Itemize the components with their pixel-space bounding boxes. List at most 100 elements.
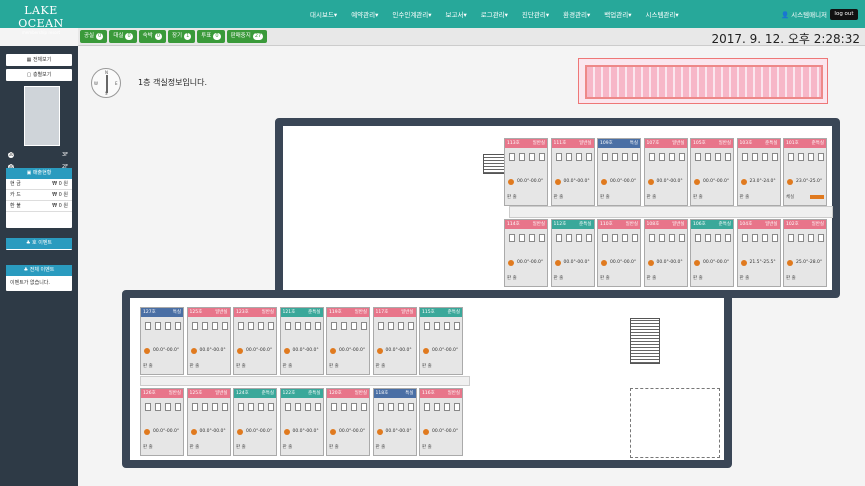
filter-button[interactable]: 대실 0 [109, 30, 137, 43]
nav-menu-item[interactable]: 예약관리▾ [351, 9, 378, 21]
room-card[interactable]: 127호 특실 00.0°-00.0° 판 출 [140, 307, 184, 375]
view-by-floor-button[interactable]: ▢ 층별보기 [6, 69, 72, 81]
nav-menu-item[interactable]: 환경관리▾ [563, 9, 590, 21]
room-card[interactable]: 120호 일반실 00.0°-00.0° 판 출 [326, 388, 370, 456]
room-card[interactable]: 117호 일반실 00.0°-00.0° 판 출 [372, 307, 417, 375]
device-icon [622, 153, 628, 161]
device-icon [668, 153, 675, 161]
filter-button[interactable]: 판매중지 27 [226, 30, 268, 43]
room-status: 판 출 [143, 364, 153, 369]
device-icon [695, 234, 701, 242]
device-icon [818, 234, 824, 242]
room-card[interactable]: 111호 일반실 00.0°-00.0° 판 출 [550, 138, 595, 206]
device-icon [648, 153, 655, 161]
room-card[interactable]: 113호 일반실 00.0°-00.0° 판 출 [504, 138, 548, 206]
room-status: 판 출 [693, 195, 703, 200]
room-device-icons [786, 232, 826, 256]
room-card[interactable]: 122호 준특실 00.0°-00.0° 판 출 [279, 388, 324, 456]
nav-menu-item[interactable]: 진단관리▾ [522, 9, 549, 21]
room-card[interactable]: 119호 일반실 00.0°-00.0° 판 출 [326, 307, 370, 375]
room-device-icons [740, 151, 780, 175]
room-card[interactable]: 121호 준특실 00.0°-00.0° 판 출 [279, 307, 324, 375]
floor-minimap[interactable] [578, 58, 828, 104]
room-header: 116호 일반실 [420, 389, 462, 398]
compass-e: E [115, 81, 118, 86]
device-icon [565, 153, 572, 161]
resort-logo[interactable]: LAKE OCEAN membership resort [8, 4, 74, 35]
room-card[interactable]: 106호 준특실 00.0°-00.0° 판 출 [690, 219, 734, 287]
room-event-panel[interactable]: ♣ 호 이벤트 [6, 238, 72, 250]
filter-button[interactable]: 숙박 0 [138, 30, 166, 43]
filter-button[interactable]: 투표 0 [197, 30, 225, 43]
room-type: 특실 [405, 391, 414, 396]
room-type: 일반실 [579, 141, 592, 146]
room-number: 111호 [553, 141, 567, 146]
filter-button[interactable]: 장기 1 [167, 30, 196, 43]
top-navigation-bar: LAKE OCEAN membership resort 대시보드▾ 예약관리▾ 인… [0, 0, 865, 35]
floor-item[interactable]: 30 3F [6, 150, 72, 161]
room-card[interactable]: 115호 준특실 00.0°-00.0° 판 출 [419, 307, 463, 375]
sales-label: 현 금 [10, 181, 21, 187]
room-device-icons [376, 401, 416, 425]
room-card[interactable]: 105호 일반실 00.0°-00.0° 판 출 [690, 138, 734, 206]
room-card[interactable]: 104호 일반실 21.5°-25.5° 판 출 [736, 219, 781, 287]
room-card[interactable]: 124호 준특실 00.0°-00.0° 판 출 [233, 388, 277, 456]
room-device-icons [329, 401, 369, 425]
room-card[interactable]: 125호 일반실 00.0°-00.0° 판 출 [186, 307, 231, 375]
room-type: 일반실 [168, 391, 181, 396]
nav-menu-item[interactable]: 대시보드▾ [310, 9, 337, 21]
room-type: 일반실 [532, 222, 545, 227]
nav-menu-item[interactable]: 로그관리▾ [481, 9, 508, 21]
room-card[interactable]: 114호 일반실 00.0°-00.0° 판 출 [504, 219, 548, 287]
room-card[interactable]: 107호 일반실 00.0°-00.0° 판 출 [643, 138, 688, 206]
device-icon [424, 403, 430, 411]
room-status: 판 출 [329, 364, 339, 369]
room-temperature: 00.0°-00.0° [376, 346, 416, 356]
device-icon [424, 322, 430, 330]
room-card[interactable]: 102호 일반실 25.0°-28.0° 판 출 [783, 219, 827, 287]
device-icon [808, 234, 814, 242]
room-card[interactable]: 112호 준특실 00.0°-00.0° 판 출 [550, 219, 595, 287]
room-card[interactable]: 108호 일반실 00.0°-00.0° 판 출 [643, 219, 688, 287]
device-icon [444, 403, 450, 411]
device-icon [191, 322, 198, 330]
room-temperature: 00.0°-00.0° [693, 177, 733, 187]
nav-menu-item[interactable]: 시스템관리▾ [645, 9, 678, 21]
device-icon [258, 322, 264, 330]
room-card[interactable]: 126호 일반실 00.0°-00.0° 판 출 [140, 388, 184, 456]
floor-title: 1층 객실정보입니다. [138, 78, 208, 87]
filter-button[interactable]: 공실 0 [80, 30, 108, 43]
room-card[interactable]: 101호 준특실 23.0°-25.0° 체실 [783, 138, 827, 206]
room-card[interactable]: 109호 특실 00.0°-00.0° 판 출 [597, 138, 641, 206]
nav-menu-item[interactable]: 백업관리▾ [604, 9, 631, 21]
room-card[interactable]: 125호 일반실 00.0°-00.0° 판 출 [186, 388, 231, 456]
device-icon [771, 153, 778, 161]
device-icon [387, 403, 394, 411]
device-icon [648, 234, 655, 242]
room-card[interactable]: 123호 일반실 00.0°-00.0° 판 출 [233, 307, 277, 375]
nav-menu-item[interactable]: 인수인계관리▾ [392, 9, 431, 21]
room-card[interactable]: 116호 일반실 00.0°-00.0° 판 출 [419, 388, 463, 456]
filter-count-badge: 0 [96, 33, 104, 40]
device-icon [407, 322, 414, 330]
room-card[interactable]: 118호 특실 00.0°-00.0° 판 출 [372, 388, 417, 456]
device-icon [761, 234, 768, 242]
device-icon [529, 153, 535, 161]
nav-menu-item[interactable]: 보고서▾ [446, 9, 467, 21]
room-card[interactable]: 103호 준특실 23.0°-24.0° 판 출 [736, 138, 781, 206]
user-menu[interactable]: 👤 시스템매니저 [781, 9, 827, 19]
room-card[interactable]: 110호 일반실 00.0°-00.0° 판 출 [597, 219, 641, 287]
room-status: 판 출 [553, 195, 564, 200]
view-all-button[interactable]: ▦ 전체보기 [6, 54, 72, 66]
room-device-icons [507, 232, 547, 256]
device-icon [751, 153, 758, 161]
room-status: 판 출 [646, 195, 657, 200]
device-icon [221, 403, 228, 411]
room-number: 121호 [282, 310, 296, 315]
logout-button[interactable]: log out [830, 9, 858, 20]
room-temperature: 00.0°-00.0° [283, 346, 323, 356]
device-icon [585, 234, 592, 242]
room-header: 102호 일반실 [784, 220, 826, 229]
room-type: 준특실 [308, 391, 321, 396]
device-icon [509, 234, 515, 242]
